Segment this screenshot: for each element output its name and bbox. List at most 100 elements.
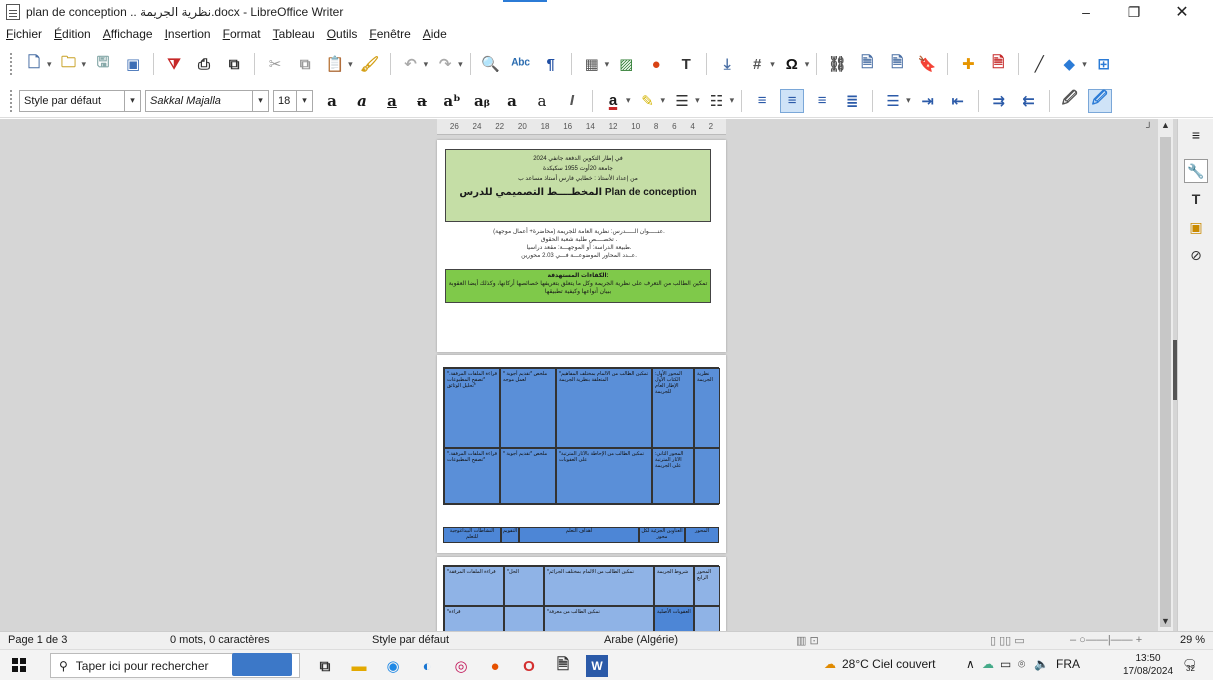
redo-dropdown-icon[interactable]: ▾: [458, 59, 463, 70]
new-document-icon[interactable]: 🗋: [22, 52, 46, 76]
redo-icon[interactable]: ↷: [433, 52, 457, 76]
menu-format[interactable]: Format: [223, 27, 261, 41]
track-changes-icon[interactable]: 🗎: [986, 52, 1010, 76]
shadow-icon[interactable]: a: [500, 89, 524, 113]
insert-mode-icon[interactable]: ▥ ⊡: [796, 634, 819, 647]
basic-shapes-icon[interactable]: ◆: [1057, 52, 1081, 76]
save-icon[interactable]: 🖫: [91, 52, 115, 76]
paragraph-style-brush-icon[interactable]: 🖉: [1058, 89, 1082, 113]
highlight-icon[interactable]: ✎: [636, 89, 660, 113]
outline-icon[interactable]: a: [530, 89, 554, 113]
line-spacing-dropdown-icon[interactable]: ▾: [906, 95, 911, 106]
decrease-indent-icon[interactable]: ⇤: [946, 89, 970, 113]
table-dropdown-icon[interactable]: ▾: [605, 59, 610, 70]
menu-tableau[interactable]: Tableau: [273, 27, 315, 41]
weather-icon[interactable]: ☁: [824, 657, 836, 671]
bold-icon[interactable]: a: [320, 89, 344, 113]
vertical-scrollbar[interactable]: ▲ ▼: [1158, 119, 1173, 631]
document-page-2[interactable]: *قراءة الملفات المرفقة. *تصفح المطبوعات …: [437, 355, 726, 553]
navigator-icon[interactable]: ⊘: [1184, 243, 1208, 267]
menu-fenetre[interactable]: Fenêtre: [369, 27, 410, 41]
document-language[interactable]: Arabe (Algérie): [604, 634, 678, 646]
shapes-dropdown-icon[interactable]: ▾: [1082, 59, 1087, 70]
menu-affichage[interactable]: Affichage: [103, 27, 153, 41]
chrome-icon[interactable]: ◉: [382, 655, 404, 677]
align-center-icon[interactable]: ≡: [780, 88, 805, 113]
edge-icon[interactable]: ◐: [416, 655, 438, 677]
clear-formatting-icon[interactable]: I: [560, 89, 584, 113]
paragraph-style-combo[interactable]: Style par défaut ▾: [19, 89, 141, 112]
underline-icon[interactable]: a: [380, 89, 404, 113]
comment-icon[interactable]: ✚: [956, 52, 980, 76]
subscript-icon[interactable]: aᵦ: [470, 89, 494, 113]
superscript-icon[interactable]: aᵇ: [440, 89, 464, 113]
page-break-icon[interactable]: ⤓: [715, 52, 739, 76]
page-style[interactable]: Style par défaut: [372, 634, 449, 646]
paste-dropdown-icon[interactable]: ▾: [348, 59, 353, 70]
open-folder-icon[interactable]: 🗀: [57, 52, 81, 76]
export-pdf-icon[interactable]: ⧩: [162, 52, 186, 76]
bookmark-icon[interactable]: 🔖: [915, 52, 939, 76]
network-icon[interactable]: ☁: [982, 657, 994, 671]
chevron-down-icon[interactable]: ▾: [296, 90, 312, 111]
font-color-icon[interactable]: a: [601, 89, 625, 113]
insert-field-icon[interactable]: #: [745, 52, 769, 76]
align-right-icon[interactable]: ≡: [810, 89, 834, 113]
toolbar-grip[interactable]: [10, 89, 13, 112]
print-icon[interactable]: ⎙: [192, 52, 216, 76]
formatting-marks-icon[interactable]: ¶: [539, 52, 563, 76]
insert-textbox-icon[interactable]: T: [674, 52, 698, 76]
italic-icon[interactable]: a: [350, 89, 374, 113]
numbering-icon[interactable]: ☷: [705, 89, 729, 113]
zoom-level[interactable]: 29 %: [1180, 634, 1205, 646]
word-count[interactable]: 0 mots, 0 caractères: [170, 634, 270, 646]
task-view-icon[interactable]: ⧉: [314, 655, 336, 677]
minimize-button[interactable]: –: [1063, 0, 1109, 24]
undo-icon[interactable]: ↶: [399, 52, 423, 76]
font-color-dropdown-icon[interactable]: ▾: [626, 95, 631, 106]
scroll-down-icon[interactable]: ▼: [1158, 616, 1173, 630]
input-language[interactable]: FRA: [1056, 657, 1080, 671]
increase-indent-icon[interactable]: ⇥: [916, 89, 940, 113]
cut-icon[interactable]: ✂: [263, 52, 287, 76]
properties-icon[interactable]: 🔧: [1184, 159, 1208, 183]
new-dropdown-icon[interactable]: ▾: [47, 59, 52, 70]
horizontal-ruler[interactable]: 26 24 22 20 18 16 14 12 10 8 6 4 2: [437, 119, 726, 135]
rtl-icon[interactable]: ⇇: [1017, 89, 1041, 113]
menu-insertion[interactable]: Insertion: [165, 27, 211, 41]
insert-chart-icon[interactable]: ●: [644, 52, 668, 76]
word-icon[interactable]: W: [586, 655, 608, 677]
close-button[interactable]: ✕: [1159, 0, 1205, 24]
tray-overflow-icon[interactable]: ∧: [966, 657, 975, 671]
menu-outils[interactable]: Outils: [327, 27, 358, 41]
insert-image-icon[interactable]: ▨: [614, 52, 638, 76]
taskbar-clock[interactable]: 13:50 17/08/2024: [1123, 652, 1173, 678]
menu-fichier[interactable]: Fichier: [6, 27, 42, 41]
justify-icon[interactable]: ≣: [840, 89, 864, 113]
menu-aide[interactable]: Aide: [423, 27, 447, 41]
firefox-icon[interactable]: ●: [484, 655, 506, 677]
special-character-icon[interactable]: Ω: [780, 52, 804, 76]
line-icon[interactable]: ╱: [1027, 52, 1051, 76]
zoom-slider[interactable]: – ○——|—— +: [1070, 634, 1142, 646]
ltr-icon[interactable]: ⇉: [987, 89, 1011, 113]
document-page-1[interactable]: في إطار التكوين الدفعة جانفي 2024 جامعة …: [437, 140, 726, 352]
line-spacing-icon[interactable]: ☰: [881, 89, 905, 113]
bullets-icon[interactable]: ☰: [670, 89, 694, 113]
highlight-dropdown-icon[interactable]: ▾: [661, 95, 666, 106]
ruler-corner-icon[interactable]: ┘: [1146, 122, 1152, 132]
document-page-3[interactable]: *قراءة الملفات المرفقة *الحل *تمكين الطا…: [437, 557, 726, 631]
character-style-brush-icon[interactable]: 🖉: [1087, 88, 1112, 113]
insert-table-icon[interactable]: ▦: [580, 52, 604, 76]
special-char-dropdown-icon[interactable]: ▾: [805, 59, 810, 70]
show-draw-functions-icon[interactable]: ⊞: [1092, 52, 1116, 76]
maximize-button[interactable]: ❐: [1111, 0, 1157, 24]
numbering-dropdown-icon[interactable]: ▾: [730, 95, 735, 106]
font-size-combo[interactable]: 18 ▾: [273, 89, 313, 112]
spellcheck-icon[interactable]: ᴬᵇᶜ: [509, 52, 533, 76]
strikethrough-icon[interactable]: a: [410, 89, 434, 113]
find-replace-icon[interactable]: 🔍: [479, 52, 503, 76]
gallery-icon[interactable]: ▣: [1184, 215, 1208, 239]
scroll-up-icon[interactable]: ▲: [1158, 120, 1173, 134]
menu-edition[interactable]: Édition: [54, 27, 91, 41]
